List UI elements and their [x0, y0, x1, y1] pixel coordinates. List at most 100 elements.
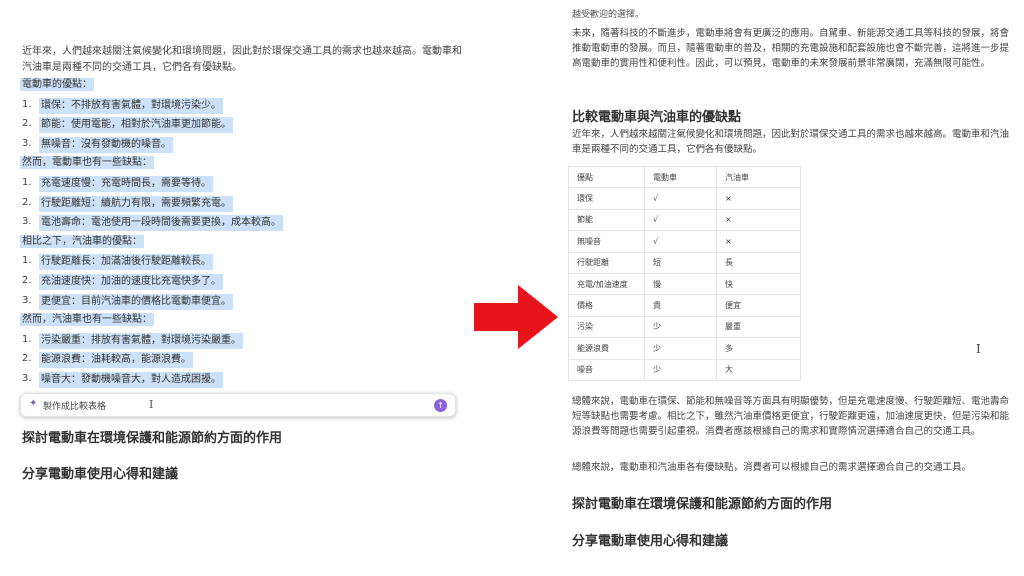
table-cell: 多: [716, 337, 801, 360]
table-cell: 快: [716, 272, 801, 296]
highlighted-text: 行駛距離短：續航力有限，需要頻繁充電。: [39, 196, 233, 212]
table-cell: 充電/加油速度: [568, 272, 645, 296]
highlighted-text: 充電速度慢：充電時間長，需要等待。: [39, 176, 213, 192]
table-cell: 噪音: [568, 358, 645, 381]
list-heading: 相比之下，汽油車的優點：: [20, 235, 144, 249]
table-row: 能源浪費少多: [568, 337, 801, 360]
table-cell: 無噪音: [568, 230, 645, 253]
table-cell: 行駛距離: [568, 251, 645, 274]
list-item: 2. 節能：使用電能，相對於汽油車更加節能。: [22, 117, 233, 133]
highlighted-text: 節能：使用電能，相對於汽油車更加節能。: [39, 117, 233, 133]
table-cell: 污染: [568, 315, 645, 339]
list-number: 1.: [22, 255, 32, 266]
list-item: 2. 行駛距離短：續航力有限，需要頻繁充電。: [22, 196, 233, 212]
table-cell: 貴: [644, 294, 717, 317]
comparison-table[interactable]: 優點 電動車 汽油車 環保 √ × 節能 √ × 無噪音 √ × 行駛距離短長充電/加油速度慢快價…: [568, 165, 801, 381]
table-cell: 價格: [568, 294, 645, 317]
cut-off-text: 越受歡迎的選擇。: [572, 10, 645, 18]
list-heading: 然而，電動車也有一些缺點：: [20, 156, 154, 170]
highlighted-text: 然而，電動車也有一些缺點：: [20, 156, 154, 169]
list-number: 3.: [22, 216, 32, 227]
highlighted-text: 噪音大：發動機噪音大，對人造成困擾。: [39, 372, 223, 388]
highlighted-text: 電池壽命：電池使用一段時間後需要更換，成本較高。: [39, 215, 283, 231]
sparkle-icon: ✦: [29, 398, 38, 409]
text-cursor-icon: I: [976, 342, 981, 356]
list-number: 1.: [22, 177, 32, 188]
table-cell: 慢: [644, 272, 717, 296]
highlighted-text: 然而，汽油車也有一些缺點：: [20, 313, 154, 326]
table-cell: 嚴重: [716, 315, 801, 339]
highlighted-text: 無噪音：沒有發動機的噪音。: [39, 137, 173, 153]
highlighted-text: 行駛距離長：加滿油後行駛距離較長。: [39, 254, 213, 270]
text-cursor-icon: I: [149, 398, 154, 411]
table-cell: 長: [716, 251, 801, 274]
future-paragraph: 未來，隨著科技的不斷進步，電動車將會有更廣泛的應用。自駕車、新能源交通工具等科技…: [572, 28, 1010, 69]
heading-experience: 分享電動車使用心得和建議: [22, 467, 179, 482]
list-item: 1. 污染嚴重：排放有害氣體，對環境污染嚴重。: [22, 333, 243, 349]
list-number: 1.: [22, 99, 32, 110]
table-row: 噪音少大: [568, 358, 801, 381]
list-number: 2.: [22, 197, 32, 208]
table-cell: 環保: [568, 187, 645, 210]
list-item: 3. 更便宜：目前汽油車的價格比電動車便宜。: [22, 294, 233, 310]
table-cell: 便宜: [716, 294, 801, 317]
list-item: 1. 環保：不排放有害氣體，對環境污染少。: [22, 98, 223, 114]
table-row: 行駛距離短長: [568, 251, 801, 274]
table-cell: √: [644, 187, 717, 210]
list-item: 1. 行駛距離長：加滿油後行駛距離較長。: [22, 254, 213, 270]
list-item: 3. 無噪音：沒有發動機的噪音。: [22, 137, 173, 153]
table-row: 價格貴便宜: [568, 294, 801, 317]
section-title: 比較電動車與汽油車的優缺點: [572, 110, 742, 125]
intro-paragraph: 近年來，人們越來越關注氣候變化和環境問題，因此對於環保交通工具的需求也越來越高。…: [22, 46, 462, 73]
highlighted-text: 充油速度快：加油的速度比充電快多了。: [39, 274, 223, 290]
right-document-panel: 越受歡迎的選擇。 未來，隨著科技的不斷進步，電動車將會有更廣泛的應用。自駕車、新…: [560, 0, 1024, 576]
table-header: 汽油車: [716, 165, 801, 189]
list-item: 2. 充油速度快：加油的速度比充電快多了。: [22, 274, 223, 290]
table-cell: ×: [716, 230, 801, 253]
highlighted-text: 更便宜：目前汽油車的價格比電動車便宜。: [39, 294, 233, 310]
table-cell: 少: [644, 315, 717, 339]
heading-environment: 探討電動車在環境保護和能源節約方面的作用: [22, 431, 283, 446]
list-item: 3. 噪音大：發動機噪音大，對人造成困擾。: [22, 372, 223, 388]
list-item: 1. 充電速度慢：充電時間長，需要等待。: [22, 176, 213, 192]
send-arrow-icon[interactable]: ↑: [434, 399, 447, 412]
right-arrow-icon: [474, 285, 558, 349]
highlighted-text: 能源浪費：油耗較高，能源浪費。: [39, 352, 193, 368]
highlighted-text: 污染嚴重：排放有害氣體，對環境污染嚴重。: [39, 333, 243, 349]
list-number: 3.: [22, 138, 32, 149]
list-heading: 電動車的優點：: [20, 78, 94, 92]
table-cell: 短: [644, 251, 717, 274]
list-number: 2.: [22, 118, 32, 129]
table-row: 污染少嚴重: [568, 315, 801, 339]
heading-environment-right: 探討電動車在環境保護和能源節約方面的作用: [572, 497, 833, 512]
table-cell: 節能: [568, 208, 645, 232]
table-header: 電動車: [644, 165, 717, 189]
table-cell: √: [644, 230, 717, 253]
table-header: 優點: [568, 165, 645, 189]
list-number: 2.: [22, 353, 32, 364]
intro-paragraph-right: 近年來，人們越來越關注氣候變化和環境問題，因此對於環保交通工具的需求也越來越高。…: [572, 129, 1010, 155]
heading-experience-right: 分享電動車使用心得和建議: [572, 534, 729, 549]
table-cell: 大: [716, 358, 801, 381]
list-number: 3.: [22, 295, 32, 306]
list-number: 2.: [22, 275, 32, 286]
table-cell: 能源浪費: [568, 337, 645, 360]
highlighted-text: 環保：不排放有害氣體，對環境污染少。: [39, 98, 223, 114]
list-heading: 然而，汽油車也有一些缺點：: [20, 313, 154, 327]
table-row: 環保 √ ×: [568, 187, 801, 210]
conclusion-paragraph: 總體來說，電動車和汽油車各有優缺點，消費者可以根據自己的需求選擇適合自己的交通工…: [572, 462, 972, 473]
table-cell: √: [644, 208, 717, 232]
table-header-row: 優點 電動車 汽油車: [568, 165, 801, 189]
left-document-panel: 近年來，人們越來越關注氣候變化和環境問題，因此對於環保交通工具的需求也越來越高。…: [0, 0, 470, 576]
table-cell: ×: [716, 208, 801, 232]
summary-paragraph: 總體來說，電動車在環保、節能和無噪音等方面具有明顯優勢，但是充電速度慢、行駛距離…: [572, 396, 1010, 437]
table-cell: 少: [644, 358, 717, 381]
table-row: 無噪音 √ ×: [568, 230, 801, 253]
ai-prompt-input[interactable]: ✦ 製作成比較表格 I ↑: [20, 393, 456, 417]
table-row: 充電/加油速度慢快: [568, 272, 801, 296]
list-number: 1.: [22, 334, 32, 345]
highlighted-text: 電動車的優點：: [20, 78, 94, 91]
list-item: 3. 電池壽命：電池使用一段時間後需要更換，成本較高。: [22, 215, 283, 231]
prompt-text: 製作成比較表格: [43, 402, 107, 412]
list-number: 3.: [22, 373, 32, 384]
